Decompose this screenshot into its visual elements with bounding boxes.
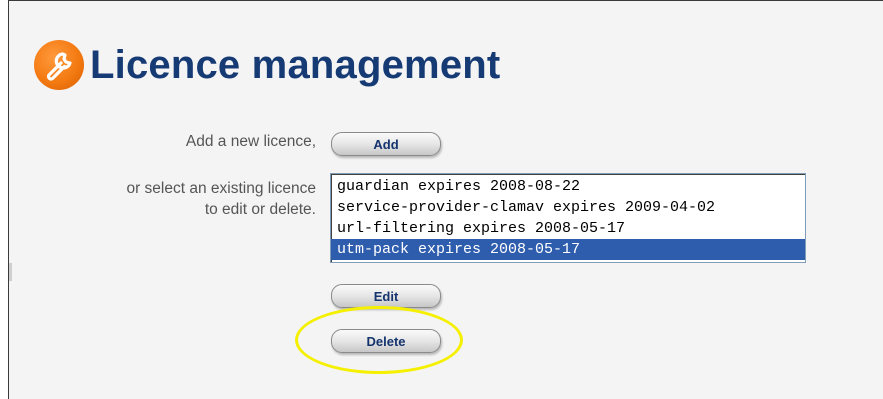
panel-edge-marker [9,263,12,281]
highlight-annotation-oval [295,306,463,374]
select-licence-label-line2: to edit or delete. [204,201,316,218]
licence-option[interactable]: guardian expires 2008-08-22 [331,176,805,197]
page-title: Licence management [90,42,501,87]
add-button[interactable]: Add [331,132,441,156]
page-header: Licence management [34,40,500,90]
licence-listbox[interactable]: guardian expires 2008-08-22 service-prov… [330,173,806,263]
licence-option[interactable]: service-provider-clamav expires 2009-04-… [331,197,805,218]
licence-option[interactable]: url-filtering expires 2008-05-17 [331,218,805,239]
add-licence-label: Add a new licence, [185,133,316,150]
select-licence-label: or select an existing licence to edit or… [126,178,316,220]
licence-option-selected[interactable]: utm-pack expires 2008-05-17 [331,239,805,260]
select-licence-label-line1: or select an existing licence [126,180,316,197]
edit-button[interactable]: Edit [331,284,441,308]
wrench-icon [34,40,84,90]
